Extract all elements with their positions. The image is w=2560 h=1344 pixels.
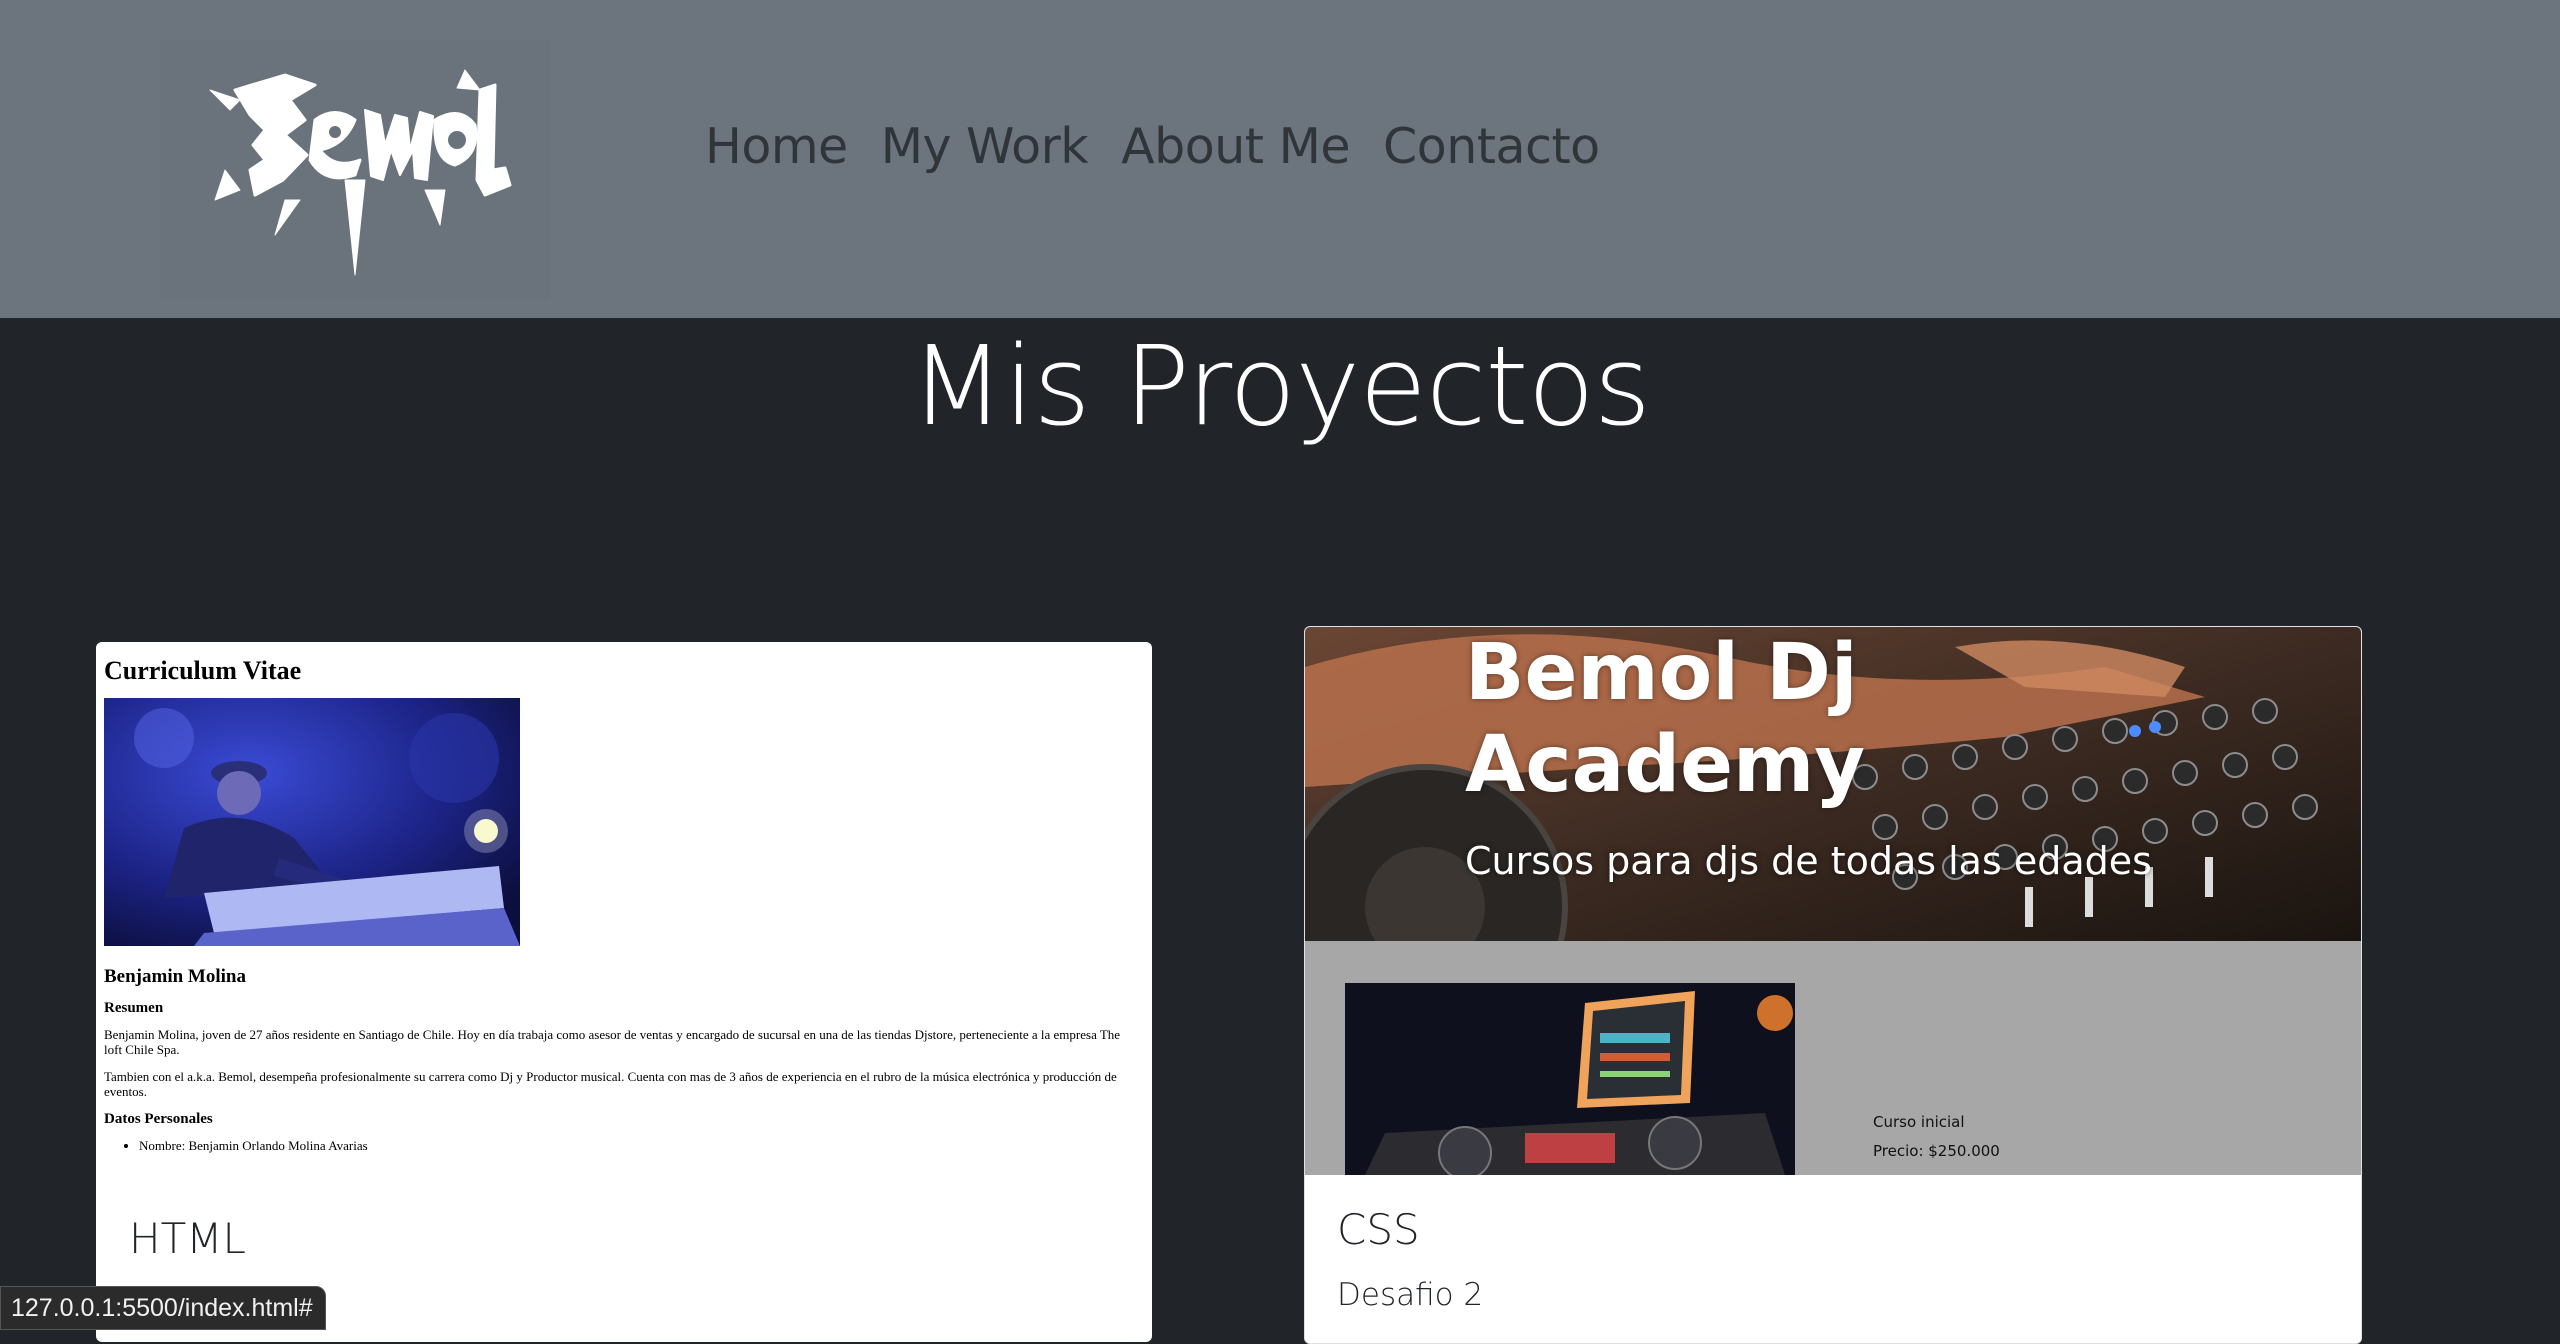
nav-about-me[interactable]: About Me [1121, 118, 1350, 175]
cv-heading: Curriculum Vitae [104, 656, 302, 685]
card-subtitle-css: Desafio 2 [1337, 1277, 1484, 1313]
hero-subtitle: Cursos para djs de todas las edades [1465, 839, 2152, 883]
main-nav: Home My Work About Me Contacto [705, 118, 1600, 175]
cv-name: Benjamin Molina [104, 966, 246, 987]
cv-datos-heading: Datos Personales [104, 1111, 213, 1127]
project-card-css[interactable]: Bemol Dj Academy Cursos para djs de toda… [1304, 626, 2362, 1344]
card-title-css: CSS [1337, 1205, 1420, 1254]
course-section: Curso inicial Precio: $250.000 [1305, 941, 2361, 1175]
page-title: Mis Proyectos [909, 322, 1651, 450]
cv-resumen-heading: Resumen [104, 1000, 164, 1016]
cv-preview: Curriculum Vitae Benjamin Molina Resumen… [104, 656, 1144, 1154]
cv-paragraph-2: Tambien con el a.k.a. Bemol, desempeña p… [104, 1069, 1117, 1099]
course-name: Curso inicial [1873, 1113, 1965, 1131]
card-title-html: HTML [129, 1214, 246, 1263]
cv-paragraph-1: Benjamin Molina, joven de 27 años reside… [104, 1027, 1121, 1057]
navbar: Home My Work About Me Contacto [0, 0, 2560, 318]
hero-title: Bemol Dj Academy [1465, 628, 1866, 810]
cv-datos-list: Nombre: Benjamin Orlando Molina Avarias [104, 1138, 1144, 1154]
dj-photo [104, 698, 520, 946]
nav-my-work[interactable]: My Work [881, 118, 1089, 175]
nav-home[interactable]: Home [705, 118, 848, 175]
course-price: Precio: $250.000 [1873, 1142, 2000, 1160]
status-bar-url: 127.0.0.1:5500/index.html# [0, 1286, 326, 1330]
brand-logo[interactable] [160, 40, 550, 300]
project-card-html[interactable]: Curriculum Vitae Benjamin Molina Resumen… [96, 642, 1152, 1342]
list-item: Nombre: Benjamin Orlando Molina Avarias [139, 1138, 1144, 1154]
course-photo [1345, 983, 1795, 1175]
nav-contacto[interactable]: Contacto [1383, 118, 1600, 175]
bemol-logo-icon [209, 69, 512, 276]
academy-hero: Bemol Dj Academy Cursos para djs de toda… [1305, 627, 2361, 941]
